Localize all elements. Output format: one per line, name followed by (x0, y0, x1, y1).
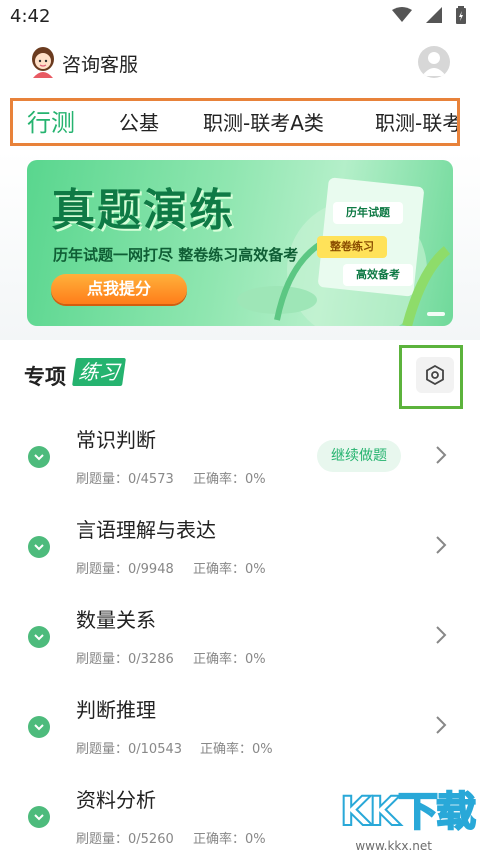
signal-icon (426, 7, 442, 23)
wifi-icon (392, 7, 412, 22)
promo-banner[interactable]: 真题演练 历年试题一网打尽 整卷练习高效备考 点我提分 历年试题 整卷练习 高效… (27, 160, 453, 326)
tab-zhice-lianke[interactable]: 职测-联考 (375, 107, 457, 136)
practice-item-shuliang[interactable]: 数量关系 刷题量：0/3286 正确率：0% (0, 598, 480, 688)
practice-item-panduan[interactable]: 判断推理 刷题量：0/10543 正确率：0% (0, 688, 480, 778)
banner-title: 真题演练 (51, 185, 235, 236)
chevron-right-icon[interactable] (434, 444, 448, 466)
practice-item-name: 常识判断 (76, 428, 156, 452)
continue-practice-button[interactable]: 继续做题 (317, 440, 401, 472)
settings-button[interactable] (416, 357, 454, 393)
user-avatar[interactable] (418, 46, 450, 78)
customer-service-avatar-icon[interactable] (28, 46, 58, 78)
watermark-url: www.kkx.net (355, 839, 432, 853)
banner-cta-button[interactable]: 点我提分 (51, 274, 187, 304)
practice-item-count: 刷题量：0/10543 (76, 742, 183, 757)
practice-item-accuracy: 正确率：0% (200, 742, 273, 757)
section-tag: 练习 (72, 358, 126, 386)
practice-item-count: 刷题量：0/3286 (76, 652, 174, 667)
tab-xingce[interactable]: 行测 (27, 103, 75, 138)
chevron-right-icon[interactable] (434, 534, 448, 556)
practice-item-accuracy: 正确率：0% (193, 652, 266, 667)
practice-item-yanyu[interactable]: 言语理解与表达 刷题量：0/9948 正确率：0% (0, 508, 480, 598)
chevron-down-icon[interactable] (28, 626, 50, 648)
exam-category-tabs: 行测 公基 职测-联考A类 职测-联考 (10, 98, 460, 146)
practice-item-name: 资料分析 (76, 788, 156, 812)
practice-item-accuracy: 正确率：0% (193, 472, 266, 487)
watermark-logo: KK下载 (339, 788, 477, 836)
banner-page-indicator (427, 312, 445, 316)
practice-item-name: 数量关系 (76, 608, 156, 632)
settings-icon (426, 365, 444, 385)
chevron-down-icon[interactable] (28, 446, 50, 468)
battery-icon (456, 6, 466, 24)
practice-item-count: 刷题量：0/9948 (76, 562, 174, 577)
practice-item-name: 判断推理 (76, 698, 156, 722)
practice-item-accuracy: 正确率：0% (193, 832, 266, 847)
tab-gongji[interactable]: 公基 (119, 107, 159, 136)
banner-tag-full-practice: 整卷练习 (317, 236, 387, 258)
status-time: 4:42 (10, 6, 51, 27)
banner-tag-efficient: 高效备考 (343, 264, 413, 286)
chevron-down-icon[interactable] (28, 716, 50, 738)
chevron-right-icon[interactable] (434, 714, 448, 736)
chevron-right-icon[interactable] (434, 624, 448, 646)
section-title: 专项 (24, 365, 66, 389)
tab-zhice-a[interactable]: 职测-联考A类 (203, 107, 324, 136)
status-icons (392, 6, 466, 24)
banner-tag-past-papers: 历年试题 (333, 202, 403, 224)
practice-item-count: 刷题量：0/4573 (76, 472, 174, 487)
customer-service-label[interactable]: 咨询客服 (62, 50, 138, 77)
chevron-down-icon[interactable] (28, 806, 50, 828)
practice-item-name: 言语理解与表达 (76, 518, 216, 542)
user-icon (422, 52, 446, 76)
practice-item-changshi[interactable]: 常识判断 刷题量：0/4573 正确率：0% (0, 418, 480, 508)
practice-item-accuracy: 正确率：0% (193, 562, 266, 577)
banner-subtitle: 历年试题一网打尽 整卷练习高效备考 (53, 246, 299, 264)
app-header: 咨询客服 (0, 32, 480, 92)
chevron-down-icon[interactable] (28, 536, 50, 558)
status-bar: 4:42 (0, 0, 480, 32)
practice-item-count: 刷题量：0/5260 (76, 832, 174, 847)
